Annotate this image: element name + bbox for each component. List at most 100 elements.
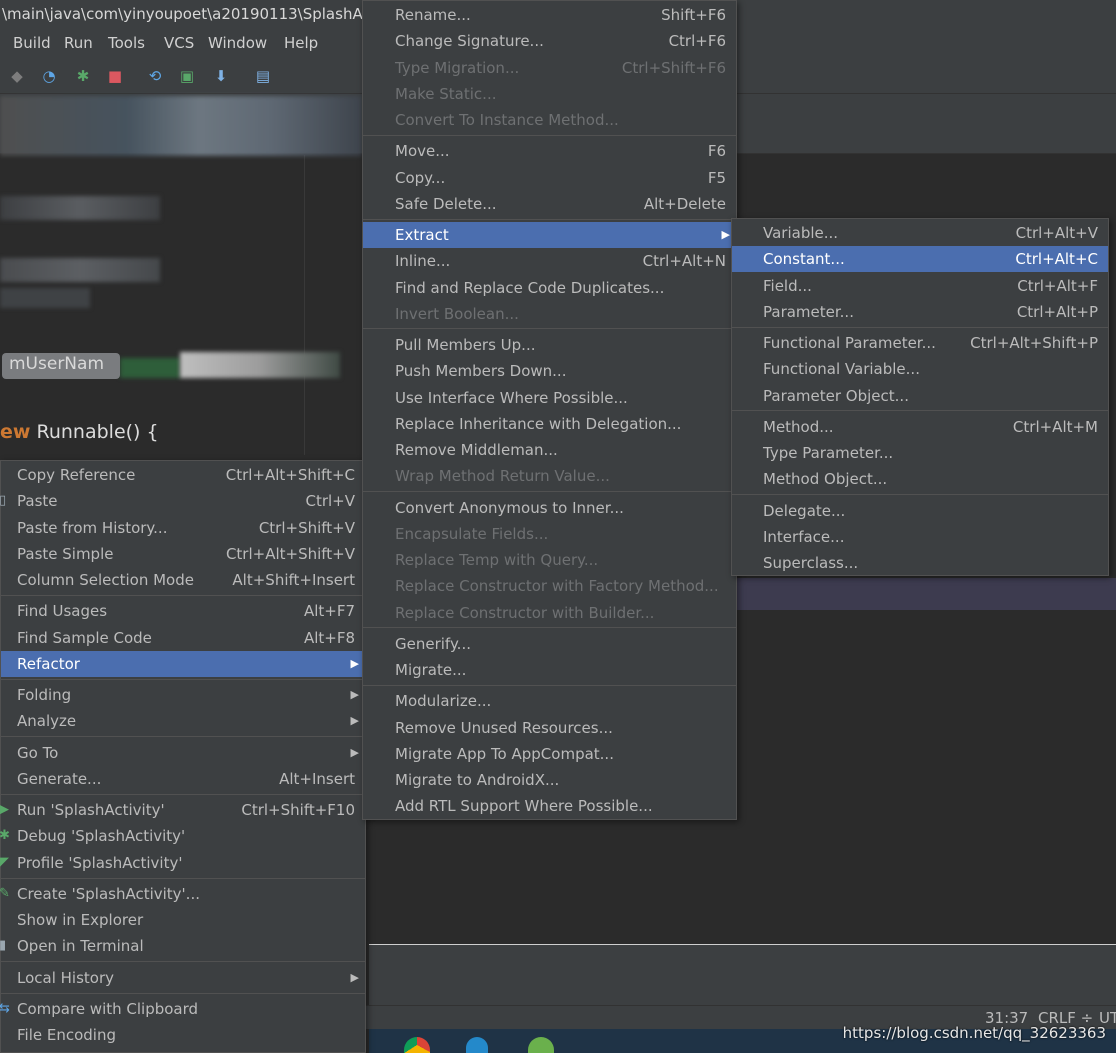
menu-item-create-config[interactable]: ✎ Create 'SplashActivity'... — [0, 881, 365, 907]
vscode-icon[interactable] — [466, 1037, 488, 1053]
menu-item-label: Convert Anonymous to Inner... — [395, 499, 624, 517]
menu-item-folding[interactable]: Folding ▶ — [1, 682, 365, 708]
menu-help[interactable]: Help — [284, 34, 318, 52]
menu-item-find-usages[interactable]: Find Usages Alt+F7 — [1, 598, 365, 624]
menu-item-replace-constructor-factory[interactable]: Replace Constructor with Factory Method.… — [363, 573, 736, 599]
menu-item-use-interface[interactable]: Use Interface Where Possible... — [363, 385, 736, 411]
menu-item-generate[interactable]: Generate... Alt+Insert — [1, 766, 365, 792]
menu-item-generify[interactable]: Generify... — [363, 631, 736, 657]
menu-item-encapsulate-fields[interactable]: Encapsulate Fields... — [363, 521, 736, 547]
menu-item-paste-simple[interactable]: Paste Simple Ctrl+Alt+Shift+V — [1, 541, 365, 567]
menu-item-extract-parameter[interactable]: Parameter... Ctrl+Alt+P — [732, 299, 1108, 325]
menu-item-file-encoding[interactable]: File Encoding — [1, 1022, 365, 1048]
window-title: \main\java\com\yinyoupoet\a20190113\Spla… — [2, 5, 371, 23]
menu-item-paste[interactable]: ▯ Paste Ctrl+V — [0, 488, 365, 514]
menu-item-wrap-return-value[interactable]: Wrap Method Return Value... — [363, 463, 736, 489]
menu-item-migrate[interactable]: Migrate... — [363, 657, 736, 683]
menu-item-replace-temp-with-query[interactable]: Replace Temp with Query... — [363, 547, 736, 573]
blurred-region — [120, 358, 180, 378]
menu-item-debug[interactable]: ✱ Debug 'SplashActivity' — [0, 823, 365, 849]
menu-item-push-members-down[interactable]: Push Members Down... — [363, 358, 736, 384]
menu-item-replace-constructor-builder[interactable]: Replace Constructor with Builder... — [363, 600, 736, 626]
menu-item-remove-middleman[interactable]: Remove Middleman... — [363, 437, 736, 463]
menu-item-safe-delete[interactable]: Safe Delete... Alt+Delete — [363, 191, 736, 217]
menu-item-label: Add RTL Support Where Possible... — [395, 797, 653, 815]
menu-item-paste-from-history[interactable]: Paste from History... Ctrl+Shift+V — [1, 515, 365, 541]
attach-debugger-icon[interactable]: ◆ — [8, 67, 26, 85]
menu-item-convert-to-instance-method[interactable]: Convert To Instance Method... — [363, 107, 736, 133]
menu-item-column-selection-mode[interactable]: Column Selection Mode Alt+Shift+Insert — [1, 567, 365, 593]
menu-item-pull-members-up[interactable]: Pull Members Up... — [363, 332, 736, 358]
menu-item-extract-method-object[interactable]: Method Object... — [732, 466, 1108, 492]
menu-item-remove-unused-resources[interactable]: Remove Unused Resources... — [363, 715, 736, 741]
menu-item-copy-reference[interactable]: Copy Reference Ctrl+Alt+Shift+C — [1, 462, 365, 488]
menu-item-extract-parameter-object[interactable]: Parameter Object... — [732, 383, 1108, 409]
menu-item-inline[interactable]: Inline... Ctrl+Alt+N — [363, 248, 736, 274]
menu-item-analyze[interactable]: Analyze ▶ — [1, 708, 365, 734]
menu-item-move[interactable]: Move... F6 — [363, 138, 736, 164]
menu-item-extract-superclass[interactable]: Superclass... — [732, 550, 1108, 576]
menu-vcs[interactable]: VCS — [164, 34, 194, 52]
menu-item-extract-interface[interactable]: Interface... — [732, 524, 1108, 550]
menu-item-extract-functional-parameter[interactable]: Functional Parameter... Ctrl+Alt+Shift+P — [732, 330, 1108, 356]
menu-item-extract-field[interactable]: Field... Ctrl+Alt+F — [732, 273, 1108, 299]
menu-separator — [363, 219, 736, 220]
menu-item-label: Show in Explorer — [17, 911, 144, 929]
menu-item-convert-anonymous[interactable]: Convert Anonymous to Inner... — [363, 495, 736, 521]
menu-item-label: Copy... — [395, 169, 446, 187]
menu-item-label: Parameter... — [763, 303, 854, 321]
menu-item-extract[interactable]: Extract ▶ — [363, 222, 736, 248]
menu-item-label: Run 'SplashActivity' — [17, 801, 165, 819]
menu-item-label: Convert To Instance Method... — [395, 111, 619, 129]
menu-item-label: Interface... — [763, 528, 845, 546]
refactor-submenu: Rename... Shift+F6 Change Signature... Ctr… — [362, 0, 737, 820]
menu-item-label: Refactor — [17, 655, 80, 673]
menu-run[interactable]: Run — [64, 34, 93, 52]
menu-item-migrate-androidx[interactable]: Migrate to AndroidX... — [363, 767, 736, 793]
menu-item-shortcut: Ctrl+Alt+Shift+P — [970, 334, 1098, 352]
menu-item-extract-functional-variable[interactable]: Functional Variable... — [732, 356, 1108, 382]
menu-item-label: Paste from History... — [17, 519, 168, 537]
menu-item-run[interactable]: ▶ Run 'SplashActivity' Ctrl+Shift+F10 — [0, 797, 365, 823]
sync-icon[interactable]: ⟲ — [146, 67, 164, 85]
menu-item-label: Paste Simple — [17, 545, 114, 563]
menu-item-invert-boolean[interactable]: Invert Boolean... — [363, 301, 736, 327]
menu-item-local-history[interactable]: Local History ▶ — [1, 965, 365, 991]
menu-tools[interactable]: Tools — [108, 34, 145, 52]
menu-item-extract-type-parameter[interactable]: Type Parameter... — [732, 440, 1108, 466]
menu-item-migrate-appcompat[interactable]: Migrate App To AppCompat... — [363, 741, 736, 767]
menu-separator — [1, 993, 365, 994]
menu-item-change-signature[interactable]: Change Signature... Ctrl+F6 — [363, 28, 736, 54]
menu-item-show-in-explorer[interactable]: Show in Explorer — [1, 907, 365, 933]
profiler-icon[interactable]: ◔ — [40, 67, 58, 85]
menu-item-label: Method... — [763, 418, 834, 436]
menu-item-type-migration[interactable]: Type Migration... Ctrl+Shift+F6 — [363, 55, 736, 81]
menu-build[interactable]: Build — [13, 34, 51, 52]
menu-item-extract-variable[interactable]: Variable... Ctrl+Alt+V — [732, 220, 1108, 246]
menu-item-refactor[interactable]: Refactor ▶ — [1, 651, 365, 677]
menu-item-add-rtl-support[interactable]: Add RTL Support Where Possible... — [363, 793, 736, 819]
menu-item-open-in-terminal[interactable]: ▮ Open in Terminal — [0, 933, 365, 959]
debug-bug-icon[interactable]: ✱ — [74, 67, 92, 85]
menu-item-go-to[interactable]: Go To ▶ — [1, 740, 365, 766]
menu-item-find-sample-code[interactable]: Find Sample Code Alt+F8 — [1, 625, 365, 651]
menu-item-rename[interactable]: Rename... Shift+F6 — [363, 2, 736, 28]
stop-icon[interactable]: ■ — [106, 67, 124, 85]
menu-item-extract-delegate[interactable]: Delegate... — [732, 498, 1108, 524]
menu-item-extract-method[interactable]: Method... Ctrl+Alt+M — [732, 414, 1108, 440]
menu-item-label: Compare with Clipboard — [17, 1000, 199, 1018]
menu-item-extract-constant[interactable]: Constant... Ctrl+Alt+C — [732, 246, 1108, 272]
menu-item-replace-inheritance[interactable]: Replace Inheritance with Delegation... — [363, 411, 736, 437]
menu-item-make-static[interactable]: Make Static... — [363, 81, 736, 107]
sdk-manager-icon[interactable]: ⬇ — [212, 67, 230, 85]
avd-manager-icon[interactable]: ▣ — [178, 67, 196, 85]
menu-item-compare-with-clipboard[interactable]: ⇆ Compare with Clipboard — [0, 996, 365, 1022]
menu-item-find-replace-duplicates[interactable]: Find and Replace Code Duplicates... — [363, 275, 736, 301]
blurred-region — [0, 196, 160, 220]
menu-item-profile[interactable]: ◤ Profile 'SplashActivity' — [0, 850, 365, 876]
menu-item-shortcut: Ctrl+Alt+M — [1012, 418, 1098, 436]
project-structure-icon[interactable]: ▤ — [254, 67, 272, 85]
menu-item-copy[interactable]: Copy... F5 — [363, 165, 736, 191]
menu-window[interactable]: Window — [208, 34, 267, 52]
menu-item-modularize[interactable]: Modularize... — [363, 688, 736, 714]
